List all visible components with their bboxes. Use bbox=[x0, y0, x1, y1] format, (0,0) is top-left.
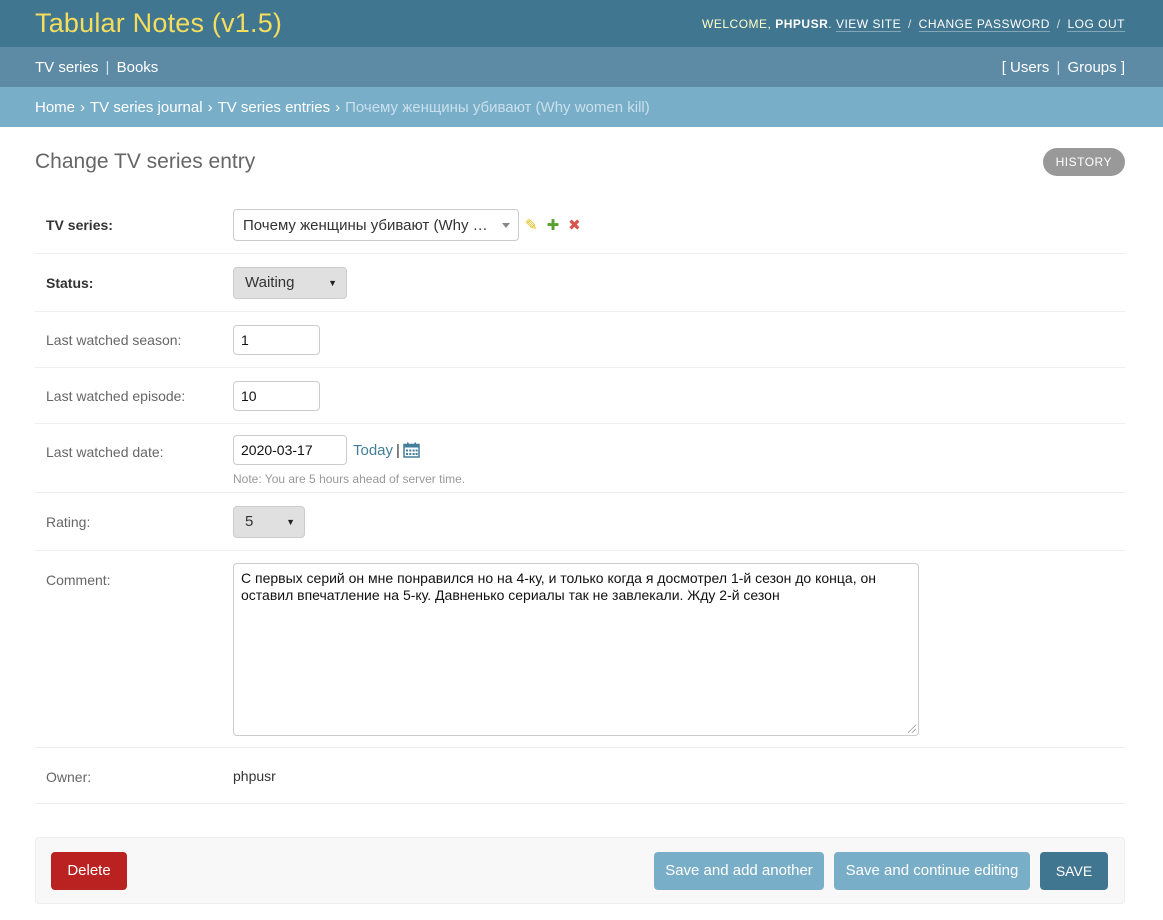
delete-button[interactable]: Delete bbox=[51, 851, 127, 890]
plus-icon[interactable]: ✚ bbox=[547, 218, 560, 233]
date-input[interactable]: 2020-03-17 bbox=[233, 435, 347, 465]
tv-series-label: TV series: bbox=[46, 217, 113, 233]
breadcrumb: Home › TV series journal › TV series ent… bbox=[0, 87, 1163, 127]
form-row-season: Last watched season: 1 bbox=[35, 312, 1125, 368]
save-and-continue-button[interactable]: Save and continue editing bbox=[834, 851, 1030, 890]
date-label: Last watched date: bbox=[46, 444, 164, 460]
username: phpusr bbox=[775, 16, 829, 31]
timezone-help-text: Note: You are 5 hours ahead of server ti… bbox=[233, 472, 466, 486]
season-label: Last watched season: bbox=[46, 331, 182, 348]
form-row-episode: Last watched episode: 10 bbox=[35, 368, 1125, 424]
site-header: Tabular Notes (v1.5) Welcome, phpusr. Vi… bbox=[0, 0, 1163, 47]
form-row-comment: Comment: С первых серий он мне понравилс… bbox=[35, 551, 1125, 748]
app-links: TV series | Books bbox=[35, 58, 159, 76]
owner-value: phpusr bbox=[233, 767, 276, 784]
cross-icon[interactable]: ✖ bbox=[568, 218, 581, 233]
page-title: Change TV series entry bbox=[35, 150, 256, 173]
view-site-link[interactable]: View site bbox=[835, 16, 902, 32]
episode-input[interactable]: 10 bbox=[233, 380, 320, 411]
nav-groups-link[interactable]: Groups bbox=[1067, 59, 1116, 76]
main-content: Change TV series entry History TV series… bbox=[0, 127, 1163, 904]
app-nav-bar: TV series | Books [ Users | Groups ] bbox=[0, 47, 1163, 87]
nav-tv-series-link[interactable]: TV series bbox=[35, 59, 98, 76]
season-input[interactable]: 1 bbox=[233, 324, 320, 355]
welcome-text: Welcome, bbox=[702, 16, 772, 31]
form-row-owner: Owner: phpusr bbox=[35, 748, 1125, 804]
admin-links: [ Users | Groups ] bbox=[1001, 58, 1125, 76]
status-select[interactable]: Waiting ▼ bbox=[233, 266, 347, 299]
nav-users-link[interactable]: Users bbox=[1010, 59, 1049, 76]
comment-text: С первых серий он мне понравился но на 4… bbox=[241, 570, 876, 603]
tv-series-select[interactable]: Почему женщины убивают (Why women kill) bbox=[233, 209, 519, 241]
form-row-rating: Rating: 5 ▼ bbox=[35, 493, 1125, 551]
owner-label: Owner: bbox=[46, 769, 92, 785]
calendar-icon[interactable] bbox=[403, 442, 420, 458]
episode-label: Last watched episode: bbox=[46, 387, 186, 404]
save-button[interactable]: Save bbox=[1040, 851, 1108, 890]
form-row-tv-series: TV series: Почему женщины убивают (Why w… bbox=[35, 197, 1125, 254]
site-branding: Tabular Notes (v1.5) bbox=[35, 8, 283, 38]
breadcrumb-entries[interactable]: TV series entries bbox=[218, 99, 331, 116]
nav-books-link[interactable]: Books bbox=[117, 59, 159, 76]
submit-row: Delete Save and add another Save and con… bbox=[35, 837, 1125, 904]
tv-series-selected: Почему женщины убивают (Why women kill) bbox=[243, 216, 495, 234]
history-button[interactable]: History bbox=[1042, 148, 1125, 176]
chevron-down-icon bbox=[502, 223, 510, 228]
comment-label: Comment: bbox=[46, 572, 111, 588]
form-row-date: Last watched date: 2020-03-17 Today | No… bbox=[35, 424, 1125, 493]
log-out-link[interactable]: Log out bbox=[1067, 16, 1125, 32]
save-and-add-another-button[interactable]: Save and add another bbox=[654, 851, 824, 890]
status-label: Status: bbox=[46, 274, 94, 291]
chevron-down-icon: ▼ bbox=[286, 516, 295, 527]
comment-textarea[interactable]: С первых серий он мне понравился но на 4… bbox=[233, 563, 919, 736]
rating-selected: 5 bbox=[245, 513, 254, 530]
breadcrumb-journal[interactable]: TV series journal bbox=[90, 99, 203, 116]
rating-select[interactable]: 5 ▼ bbox=[233, 505, 305, 538]
breadcrumb-home[interactable]: Home bbox=[35, 99, 75, 116]
change-password-link[interactable]: Change password bbox=[918, 16, 1050, 32]
today-link[interactable]: Today bbox=[353, 442, 393, 459]
chevron-down-icon: ▼ bbox=[328, 277, 337, 288]
form-row-status: Status: Waiting ▼ bbox=[35, 254, 1125, 312]
user-tools: Welcome, phpusr. View site / Change pass… bbox=[702, 16, 1125, 32]
resize-handle-icon[interactable] bbox=[908, 725, 916, 733]
pencil-icon[interactable]: ✎ bbox=[525, 218, 538, 233]
status-selected: Waiting bbox=[245, 274, 295, 291]
rating-label: Rating: bbox=[46, 513, 91, 530]
breadcrumb-current: Почему женщины убивают (Why women kill) bbox=[345, 98, 650, 116]
